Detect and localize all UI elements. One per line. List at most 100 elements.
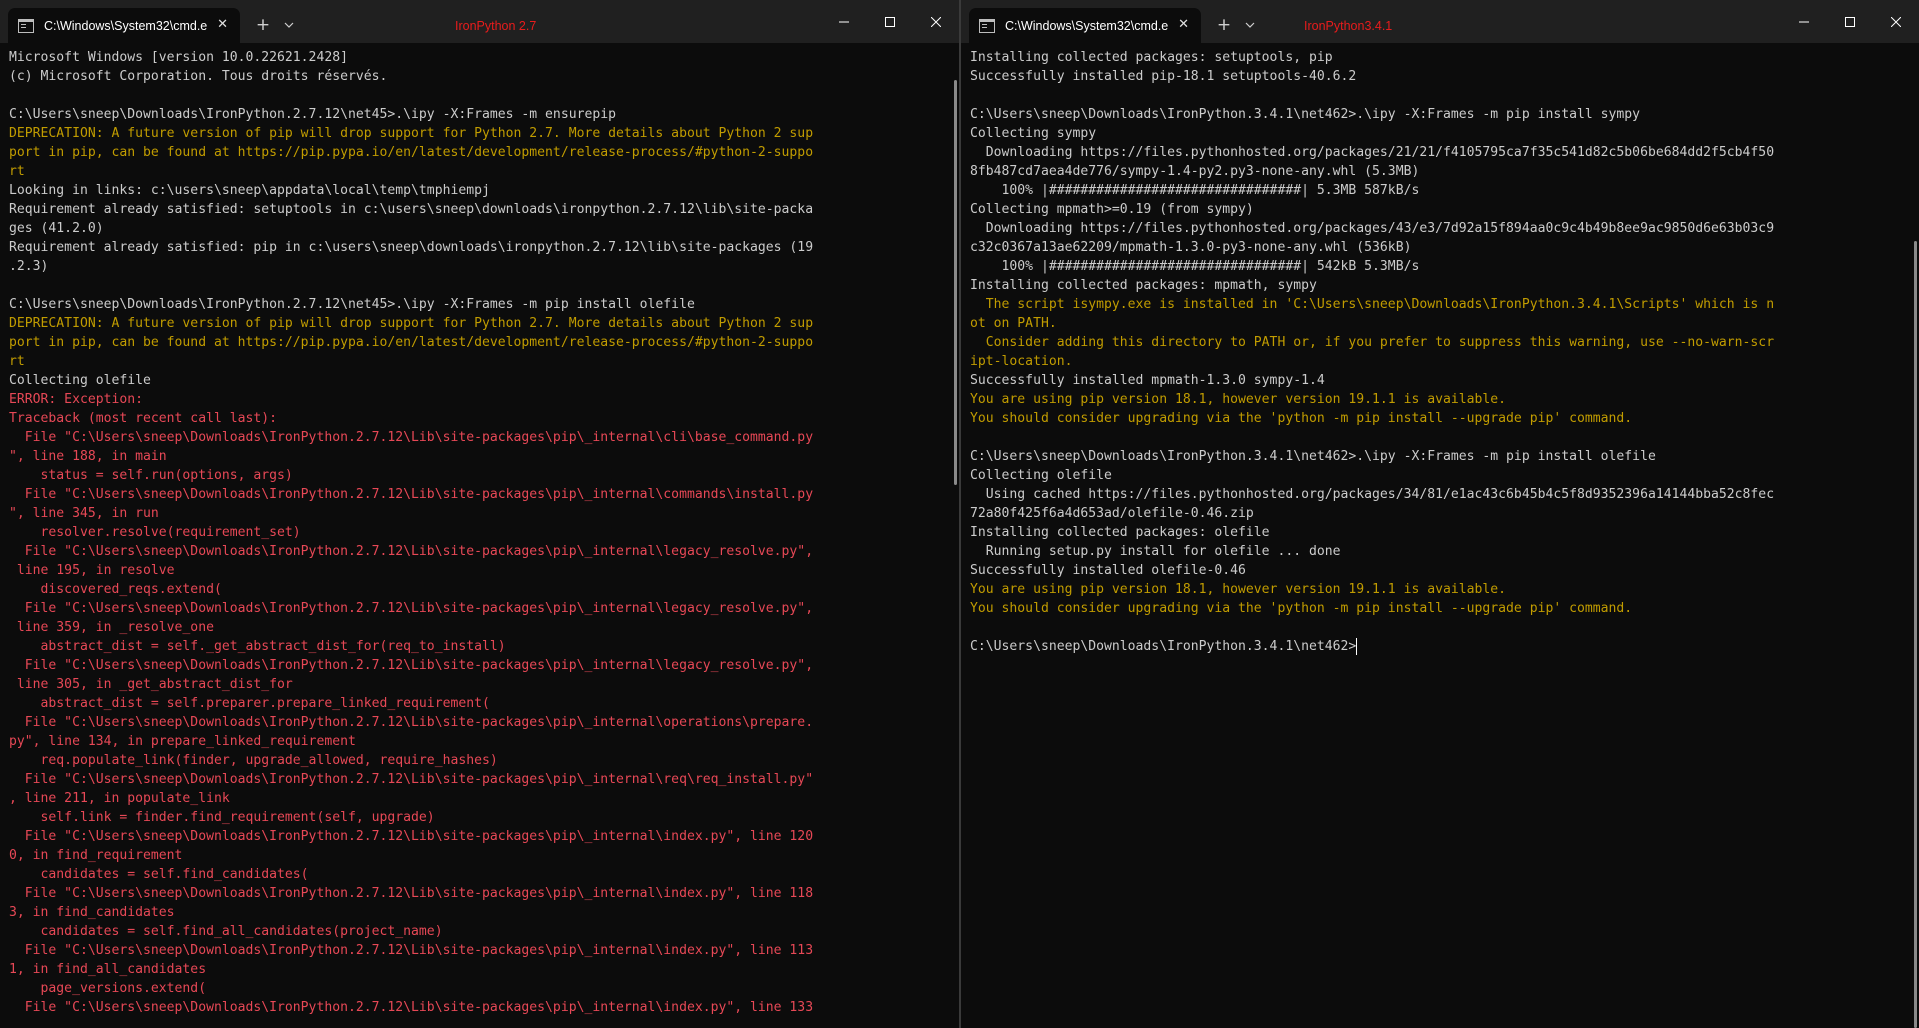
terminal-line: ", line 188, in main xyxy=(9,449,167,464)
terminal-line: ot on PATH. xyxy=(970,316,1057,331)
terminal-line: Collecting olefile xyxy=(9,373,151,388)
terminal-line: Downloading https://files.pythonhosted.o… xyxy=(970,221,1775,236)
terminal-line: You are using pip version 18.1, however … xyxy=(970,582,1507,597)
close-tab-icon[interactable]: ✕ xyxy=(1178,17,1189,33)
terminal-line: resolver.resolve(requirement_set) xyxy=(9,525,301,540)
maximize-button[interactable] xyxy=(1827,0,1873,43)
terminal-line: File "C:\Users\sneep\Downloads\IronPytho… xyxy=(9,601,814,616)
terminal-line: candidates = self.find_all_candidates(pr… xyxy=(9,924,443,939)
terminal-line: File "C:\Users\sneep\Downloads\IronPytho… xyxy=(9,772,814,787)
terminal-line: C:\Users\sneep\Downloads\IronPython.2.7.… xyxy=(9,297,695,312)
close-window-button[interactable] xyxy=(1873,0,1919,43)
chevron-down-icon[interactable] xyxy=(1243,18,1257,32)
terminal-line: line 359, in _resolve_one xyxy=(9,620,214,635)
chevron-down-icon[interactable] xyxy=(282,18,296,32)
terminal-line: File "C:\Users\sneep\Downloads\IronPytho… xyxy=(9,943,814,958)
terminal-line: rt xyxy=(9,354,25,369)
terminal-output[interactable]: Microsoft Windows [version 10.0.22621.24… xyxy=(9,48,945,1028)
terminal-line: C:\Users\sneep\Downloads\IronPython.2.7.… xyxy=(9,107,616,122)
terminal-line: 1, in find_all_candidates xyxy=(9,962,207,977)
terminal-window-ironpython-27: C:\Windows\System32\cmd.e ✕ + IronPython… xyxy=(0,0,959,1028)
terminal-line: port in pip, can be found at https://pip… xyxy=(9,335,814,350)
terminal-line: Collecting mpmath>=0.19 (from sympy) xyxy=(970,202,1254,217)
terminal-line: c32c0367a13ae62209/mpmath-1.3.0-py3-none… xyxy=(970,240,1412,255)
terminal-tab[interactable]: C:\Windows\System32\cmd.e ✕ xyxy=(8,8,240,43)
terminal-line: 8fb487cd7aea4de776/sympy-1.4-py2.py3-non… xyxy=(970,164,1420,179)
maximize-icon xyxy=(1845,16,1855,27)
maximize-icon xyxy=(885,16,895,27)
terminal-line: Requirement already satisfied: setuptool… xyxy=(9,202,814,217)
terminal-line: C:\Users\sneep\Downloads\IronPython.3.4.… xyxy=(970,449,1656,464)
terminal-line: 0, in find_requirement xyxy=(9,848,183,863)
tab-title: C:\Windows\System32\cmd.e xyxy=(1005,18,1169,33)
terminal-line: abstract_dist = self._get_abstract_dist_… xyxy=(9,639,506,654)
new-tab-button[interactable]: + xyxy=(254,15,272,35)
terminal-output[interactable]: Installing collected packages: setuptool… xyxy=(970,48,1905,1028)
command-prompt[interactable]: C:\Users\sneep\Downloads\IronPython.3.4.… xyxy=(970,637,1905,656)
terminal-line: Installing collected packages: mpmath, s… xyxy=(970,278,1317,293)
terminal-line: You should consider upgrading via the 'p… xyxy=(970,411,1633,426)
terminal-line: 72a80f425f6a4d653ad/olefile-0.46.zip xyxy=(970,506,1254,521)
terminal-line: rt xyxy=(9,164,25,179)
terminal-line: , line 211, in populate_link xyxy=(9,791,230,806)
close-window-button[interactable] xyxy=(913,0,959,43)
terminal-line: You should consider upgrading via the 'p… xyxy=(970,601,1633,616)
terminal-line: line 305, in _get_abstract_dist_for xyxy=(9,677,293,692)
terminal-line: line 195, in resolve xyxy=(9,563,175,578)
terminal-line: req.populate_link(finder, upgrade_allowe… xyxy=(9,753,498,768)
prompt-path: C:\Users\sneep\Downloads\IronPython.3.4.… xyxy=(970,639,1357,654)
terminal-line: The script isympy.exe is installed in 'C… xyxy=(970,297,1775,312)
terminal-line: Looking in links: c:\users\sneep\appdata… xyxy=(9,183,490,198)
terminal-line: py", line 134, in prepare_linked_require… xyxy=(9,734,356,749)
terminal-app-icon xyxy=(18,18,34,33)
close-tab-icon[interactable]: ✕ xyxy=(217,17,228,33)
title-bar: C:\Windows\System32\cmd.e ✕ + xyxy=(961,0,1919,43)
terminal-line: Installing collected packages: setuptool… xyxy=(970,50,1333,65)
minimize-icon xyxy=(1799,21,1809,22)
terminal-line: File "C:\Users\sneep\Downloads\IronPytho… xyxy=(9,430,814,445)
terminal-line: You are using pip version 18.1, however … xyxy=(970,392,1507,407)
terminal-line: File "C:\Users\sneep\Downloads\IronPytho… xyxy=(9,715,814,730)
close-icon xyxy=(931,16,941,27)
window-controls xyxy=(821,0,959,43)
terminal-line: abstract_dist = self.preparer.prepare_li… xyxy=(9,696,490,711)
terminal-window-ironpython-341: C:\Windows\System32\cmd.e ✕ + IronPython… xyxy=(961,0,1919,1028)
terminal-line: .2.3) xyxy=(9,259,49,274)
terminal-line: discovered_reqs.extend( xyxy=(9,582,222,597)
version-annotation: IronPython 2.7 xyxy=(455,19,537,33)
terminal-line: page_versions.extend( xyxy=(9,981,207,996)
terminal-line: port in pip, can be found at https://pip… xyxy=(9,145,814,160)
terminal-line: Requirement already satisfied: pip in c:… xyxy=(9,240,814,255)
scrollbar-thumb[interactable] xyxy=(1914,241,1917,1028)
terminal-tab[interactable]: C:\Windows\System32\cmd.e ✕ xyxy=(969,8,1201,43)
terminal-line: status = self.run(options, args) xyxy=(9,468,293,483)
terminal-line: File "C:\Users\sneep\Downloads\IronPytho… xyxy=(9,487,814,502)
minimize-icon xyxy=(839,21,849,22)
terminal-line: File "C:\Users\sneep\Downloads\IronPytho… xyxy=(9,886,814,901)
terminal-line: 100% |################################| … xyxy=(970,183,1420,198)
new-tab-button[interactable]: + xyxy=(1215,15,1233,35)
terminal-line: C:\Users\sneep\Downloads\IronPython.3.4.… xyxy=(970,107,1641,122)
terminal-line: Consider adding this directory to PATH o… xyxy=(970,335,1775,350)
maximize-button[interactable] xyxy=(867,0,913,43)
terminal-line: Traceback (most recent call last): xyxy=(9,411,278,426)
terminal-line: candidates = self.find_candidates( xyxy=(9,867,309,882)
terminal-line: ipt-location. xyxy=(970,354,1073,369)
terminal-line: ERROR: Exception: xyxy=(9,392,144,407)
terminal-line: Downloading https://files.pythonhosted.o… xyxy=(970,145,1775,160)
scrollbar-thumb[interactable] xyxy=(954,80,957,485)
terminal-line: ", line 345, in run xyxy=(9,506,159,521)
terminal-line: DEPRECATION: A future version of pip wil… xyxy=(9,316,814,331)
terminal-app-icon xyxy=(979,18,995,33)
terminal-line: Collecting sympy xyxy=(970,126,1097,141)
minimize-button[interactable] xyxy=(1781,0,1827,43)
minimize-button[interactable] xyxy=(821,0,867,43)
terminal-line: Installing collected packages: olefile xyxy=(970,525,1270,540)
terminal-line: File "C:\Users\sneep\Downloads\IronPytho… xyxy=(9,829,814,844)
terminal-line: Collecting olefile xyxy=(970,468,1112,483)
